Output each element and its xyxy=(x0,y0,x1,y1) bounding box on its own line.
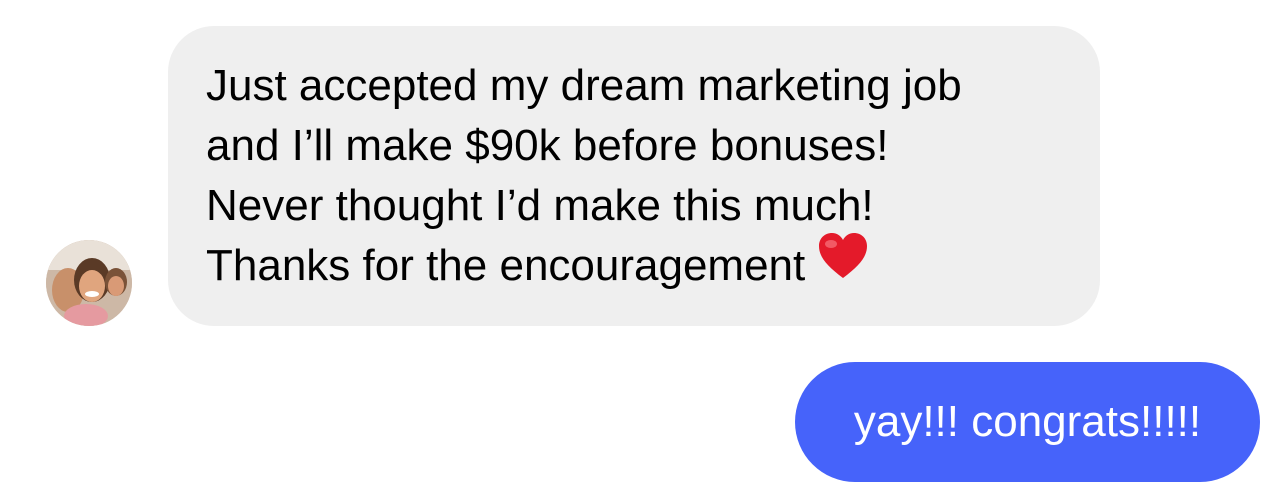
message-line-with-emoji: Thanks for the encouragement xyxy=(206,233,1060,300)
message-line: Just accepted my dream marketing job xyxy=(206,61,962,110)
outgoing-message-bubble[interactable]: yay!!! congrats!!!!! xyxy=(795,362,1260,482)
chat-thread: Just accepted my dream marketing job and… xyxy=(0,0,1284,484)
incoming-message-row: Just accepted my dream marketing job and… xyxy=(46,26,1106,326)
message-line: Never thought I’d make this much! xyxy=(206,181,874,230)
incoming-message-bubble[interactable]: Just accepted my dream marketing job and… xyxy=(168,26,1100,326)
avatar-photo xyxy=(46,240,132,326)
message-line: Thanks for the encouragement xyxy=(206,241,806,290)
message-line: and I’ll make $90k before bonuses! xyxy=(206,121,889,170)
outgoing-message-text: yay!!! congrats!!!!! xyxy=(853,397,1202,446)
red-heart-icon xyxy=(817,232,869,296)
avatar[interactable] xyxy=(46,240,132,326)
